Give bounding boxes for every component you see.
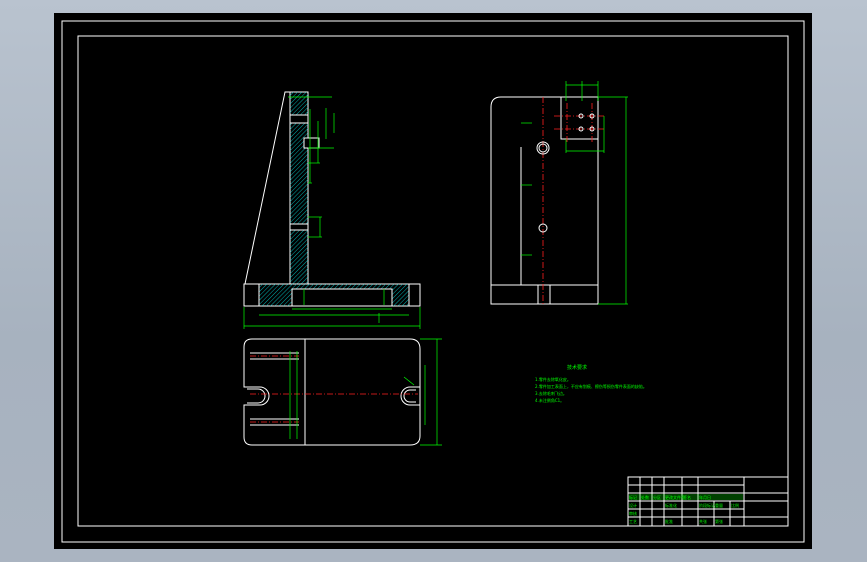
tb-cell-mark: 标记 bbox=[629, 494, 637, 500]
tb-cell-sign: 签名 bbox=[683, 494, 691, 500]
note-line-2: 2.零件加工表面上，不应有划痕、擦伤等损伤零件表面的缺陷。 bbox=[535, 383, 647, 389]
front-section-view bbox=[243, 91, 421, 329]
notes-title: 技术要求 bbox=[567, 364, 587, 371]
tb-cell-date: 年月日 bbox=[699, 494, 711, 500]
tb-cell-weight: 重量 bbox=[715, 502, 723, 508]
tb-cell-count: 处数 bbox=[641, 494, 649, 500]
title-block: 标记 处数 分区 更改文件号 签名 年月日 设计 标准化 审核 工艺 批准 阶段… bbox=[627, 476, 789, 527]
tb-cell-review: 审核 bbox=[629, 510, 637, 516]
sheet-inner-border bbox=[77, 35, 789, 527]
note-line-3: 3.去除毛刺飞边。 bbox=[535, 390, 567, 396]
tb-cell-sheet-no: 第张 bbox=[715, 518, 723, 524]
tb-cell-approve: 批准 bbox=[665, 518, 673, 524]
drawing-canvas[interactable]: 技术要求 1.零件去除氧化皮。 2.零件加工表面上，不应有划痕、擦伤等损伤零件表… bbox=[54, 13, 812, 549]
tb-cell-process: 工艺 bbox=[629, 519, 637, 524]
tb-cell-scale: 比例 bbox=[731, 502, 739, 508]
technical-notes: 技术要求 1.零件去除氧化皮。 2.零件加工表面上，不应有划痕、擦伤等损伤零件表… bbox=[535, 364, 647, 403]
note-line-4: 4.未注倒角C1。 bbox=[535, 397, 564, 403]
tb-cell-sheets: 共张 bbox=[699, 518, 707, 524]
sheet-outer-border bbox=[61, 20, 805, 543]
tb-cell-zone: 分区 bbox=[653, 494, 661, 500]
tb-cell-std: 标准化 bbox=[665, 502, 677, 508]
side-view bbox=[490, 81, 628, 305]
tb-cell-stage: 阶段标记 bbox=[699, 502, 715, 508]
tb-cell-design: 设计 bbox=[629, 502, 637, 508]
top-view bbox=[243, 338, 442, 446]
cad-viewport[interactable]: 技术要求 1.零件去除氧化皮。 2.零件加工表面上，不应有划痕、擦伤等损伤零件表… bbox=[54, 13, 812, 549]
tb-cell-doc: 更改文件号 bbox=[665, 494, 685, 500]
note-line-1: 1.零件去除氧化皮。 bbox=[535, 376, 571, 382]
